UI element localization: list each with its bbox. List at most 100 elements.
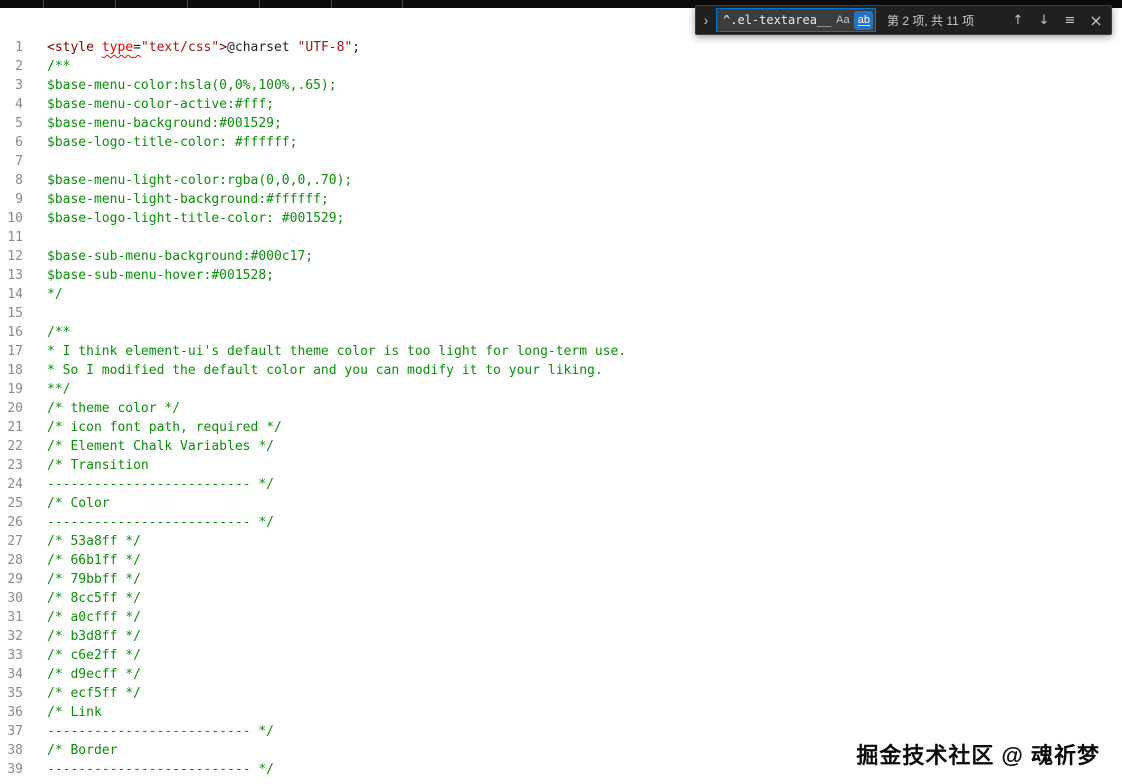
- line-number[interactable]: 25: [0, 494, 23, 513]
- close-find-button[interactable]: ×: [1085, 9, 1107, 31]
- code-line[interactable]: 39 -------------------------- */: [0, 760, 626, 779]
- line-number[interactable]: 20: [0, 399, 23, 418]
- code-line[interactable]: 21 /* icon font path, required */: [0, 418, 626, 437]
- line-number[interactable]: 39: [0, 760, 23, 779]
- code-line[interactable]: 14 */: [0, 285, 626, 304]
- code-text: /* icon font path, required */: [47, 420, 282, 435]
- code-line[interactable]: 36 /* Link: [0, 703, 626, 722]
- line-number[interactable]: 17: [0, 342, 23, 361]
- code-line[interactable]: 16 /**: [0, 323, 626, 342]
- line-number[interactable]: 31: [0, 608, 23, 627]
- line-number[interactable]: 38: [0, 741, 23, 760]
- code-line[interactable]: 22 /* Element Chalk Variables */: [0, 437, 626, 456]
- line-number[interactable]: 29: [0, 570, 23, 589]
- line-number[interactable]: 32: [0, 627, 23, 646]
- line-number[interactable]: 10: [0, 209, 23, 228]
- code-line[interactable]: 9 $base-menu-light-background:#ffffff;: [0, 190, 626, 209]
- code-line[interactable]: 7: [0, 152, 626, 171]
- line-number[interactable]: 26: [0, 513, 23, 532]
- code-line[interactable]: 2 /**: [0, 57, 626, 76]
- code-line[interactable]: 12 $base-sub-menu-background:#000c17;: [0, 247, 626, 266]
- code-area[interactable]: 1 <style type="text/css">@charset "UTF-8"…: [0, 38, 626, 779]
- code-line[interactable]: 10 $base-logo-light-title-color: #001529;: [0, 209, 626, 228]
- code-text: -------------------------- */: [47, 724, 274, 739]
- toggle-replace-button[interactable]: ›: [700, 13, 712, 27]
- code-text: /* theme color */: [47, 401, 181, 416]
- line-number[interactable]: 11: [0, 228, 23, 247]
- line-number[interactable]: 24: [0, 475, 23, 494]
- code-line[interactable]: 27 /* 53a8ff */: [0, 532, 626, 551]
- line-number[interactable]: 28: [0, 551, 23, 570]
- line-number[interactable]: 21: [0, 418, 23, 437]
- line-number[interactable]: 30: [0, 589, 23, 608]
- line-number[interactable]: 3: [0, 76, 23, 95]
- code-line[interactable]: 3 $base-menu-color:hsla(0,0%,100%,.65);: [0, 76, 626, 95]
- line-number[interactable]: 7: [0, 152, 23, 171]
- code-line[interactable]: 32 /* b3d8ff */: [0, 627, 626, 646]
- code-line[interactable]: 18 * So I modified the default color and …: [0, 361, 626, 380]
- code-text: $base-menu-color:hsla(0,0%,100%,.65);: [47, 78, 337, 93]
- code-line[interactable]: 6 $base-logo-title-color: #ffffff;: [0, 133, 626, 152]
- line-number[interactable]: 18: [0, 361, 23, 380]
- code-text: * I think element-ui's default theme col…: [47, 344, 627, 359]
- line-number[interactable]: 9: [0, 190, 23, 209]
- line-number[interactable]: 34: [0, 665, 23, 684]
- line-number[interactable]: 2: [0, 57, 23, 76]
- code-text: /* Transition: [47, 458, 149, 473]
- code-line[interactable]: 19 **/: [0, 380, 626, 399]
- line-number[interactable]: 16: [0, 323, 23, 342]
- code-line[interactable]: 37 -------------------------- */: [0, 722, 626, 741]
- code-text: $base-menu-color-active:#fff;: [47, 97, 274, 112]
- code-line[interactable]: 11: [0, 228, 626, 247]
- code-line[interactable]: 30 /* 8cc5ff */: [0, 589, 626, 608]
- line-number[interactable]: 8: [0, 171, 23, 190]
- code-line[interactable]: 28 /* 66b1ff */: [0, 551, 626, 570]
- line-number[interactable]: 1: [0, 38, 23, 57]
- line-number[interactable]: 12: [0, 247, 23, 266]
- code-text: /* a0cfff */: [47, 610, 141, 625]
- code-line[interactable]: 17 * I think element-ui's default theme c…: [0, 342, 626, 361]
- code-line[interactable]: 25 /* Color: [0, 494, 626, 513]
- line-number[interactable]: 33: [0, 646, 23, 665]
- code-text: $base-sub-menu-hover:#001528;: [47, 268, 274, 283]
- next-match-button[interactable]: ↓: [1033, 9, 1055, 31]
- line-number[interactable]: 19: [0, 380, 23, 399]
- code-text: /* b3d8ff */: [47, 629, 141, 644]
- line-number[interactable]: 14: [0, 285, 23, 304]
- code-line[interactable]: 33 /* c6e2ff */: [0, 646, 626, 665]
- line-number[interactable]: 27: [0, 532, 23, 551]
- whole-word-toggle[interactable]: ab: [854, 10, 874, 30]
- line-number[interactable]: 4: [0, 95, 23, 114]
- code-line[interactable]: 15: [0, 304, 626, 323]
- code-line[interactable]: 4 $base-menu-color-active:#fff;: [0, 95, 626, 114]
- code-line[interactable]: 1 <style type="text/css">@charset "UTF-8"…: [0, 38, 626, 57]
- regex-toggle[interactable]: .*: [875, 11, 876, 30]
- match-case-toggle[interactable]: Aa: [833, 11, 852, 30]
- previous-match-button[interactable]: ↑: [1007, 9, 1029, 31]
- line-number[interactable]: 36: [0, 703, 23, 722]
- line-number[interactable]: 22: [0, 437, 23, 456]
- tab-separator: [331, 0, 332, 8]
- code-line[interactable]: 26 -------------------------- */: [0, 513, 626, 532]
- line-number[interactable]: 5: [0, 114, 23, 133]
- find-input[interactable]: ^.el- textarea__ Aa ab .*: [716, 8, 876, 32]
- line-number[interactable]: 6: [0, 133, 23, 152]
- code-line[interactable]: 24 -------------------------- */: [0, 475, 626, 494]
- line-number[interactable]: 37: [0, 722, 23, 741]
- code-line[interactable]: 35 /* ecf5ff */: [0, 684, 626, 703]
- code-line[interactable]: 29 /* 79bbff */: [0, 570, 626, 589]
- code-line[interactable]: 8 $base-menu-light-color:rgba(0,0,0,.70);: [0, 171, 626, 190]
- code-line[interactable]: 23 /* Transition: [0, 456, 626, 475]
- code-line[interactable]: 38 /* Border: [0, 741, 626, 760]
- code-line[interactable]: 34 /* d9ecff */: [0, 665, 626, 684]
- line-number[interactable]: 35: [0, 684, 23, 703]
- code-line[interactable]: 31 /* a0cfff */: [0, 608, 626, 627]
- line-number[interactable]: 23: [0, 456, 23, 475]
- code-line[interactable]: 20 /* theme color */: [0, 399, 626, 418]
- line-number[interactable]: 13: [0, 266, 23, 285]
- line-number[interactable]: 15: [0, 304, 23, 323]
- find-in-selection-button[interactable]: ≡: [1059, 9, 1081, 31]
- code-line[interactable]: 5 $base-menu-background:#001529;: [0, 114, 626, 133]
- code-line[interactable]: 13 $base-sub-menu-hover:#001528;: [0, 266, 626, 285]
- code-text: /* 8cc5ff */: [47, 591, 141, 606]
